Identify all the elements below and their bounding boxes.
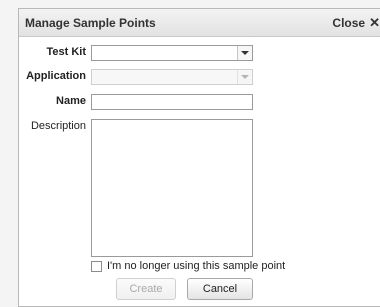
create-button[interactable]: Create	[116, 278, 176, 300]
no-longer-using-label[interactable]: I'm no longer using this sample point	[107, 260, 285, 272]
application-label: Application	[26, 70, 86, 82]
name-input[interactable]	[91, 94, 253, 110]
no-longer-using-checkbox[interactable]	[91, 261, 102, 272]
close-label: Close	[332, 16, 366, 30]
cancel-button[interactable]: Cancel	[187, 278, 253, 300]
description-textarea[interactable]	[91, 119, 253, 257]
close-button[interactable]: Close ✕	[332, 15, 380, 31]
chevron-down-icon	[241, 51, 249, 55]
test-kit-select[interactable]	[91, 45, 253, 61]
dialog-titlebar: Manage Sample Points Close ✕	[19, 9, 380, 37]
application-dropdown-arrow[interactable]	[237, 70, 252, 84]
name-label: Name	[56, 95, 86, 107]
close-icon: ✕	[369, 15, 380, 30]
manage-sample-points-dialog: Manage Sample Points Close ✕ Test Kit App…	[18, 8, 380, 307]
dialog-title: Manage Sample Points	[25, 16, 156, 30]
application-select[interactable]	[91, 69, 253, 85]
chevron-down-icon	[241, 75, 249, 79]
test-kit-dropdown-arrow[interactable]	[237, 46, 252, 60]
description-label: Description	[30, 120, 86, 132]
test-kit-label: Test Kit	[46, 46, 86, 58]
